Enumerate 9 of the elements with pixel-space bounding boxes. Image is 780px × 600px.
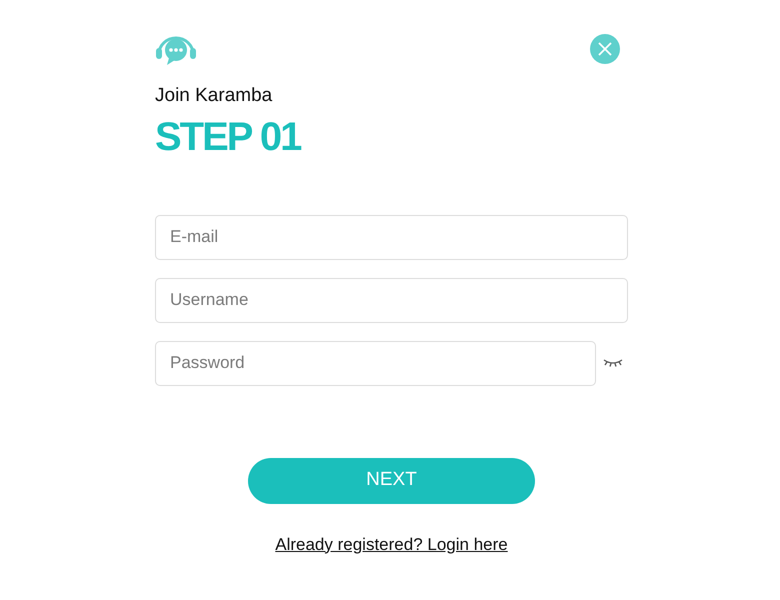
step-title: STEP 01 <box>155 116 302 156</box>
text-field[interactable]: E-mail <box>155 214 628 260</box>
login-link[interactable]: Already registered? Login here <box>275 532 508 557</box>
subtitle: Join Karamba <box>155 84 274 108</box>
close-icon <box>597 41 613 57</box>
closed-eye-icon[interactable] <box>603 358 623 368</box>
password-field[interactable]: Password <box>155 340 596 386</box>
headset-chat-icon <box>155 34 198 68</box>
text-field[interactable]: Username <box>155 278 628 322</box>
